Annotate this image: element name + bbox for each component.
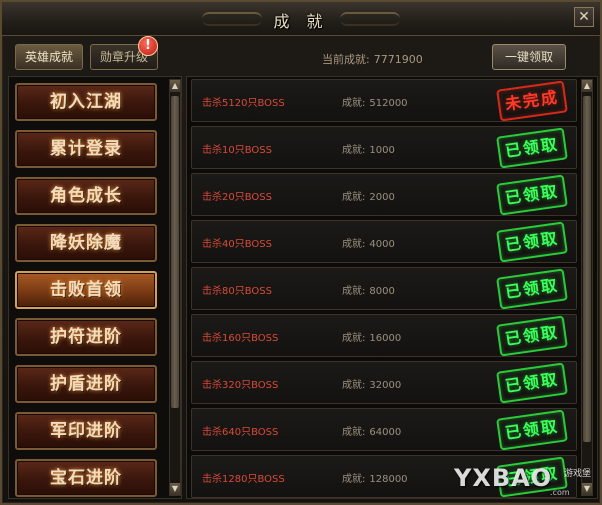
category-button[interactable]: 军印进阶 <box>15 412 157 450</box>
category-button[interactable]: 宝石进阶 <box>15 459 157 497</box>
task-score-value: 8000 <box>369 286 395 297</box>
task-score: 成就: 8000 <box>342 282 395 297</box>
claimed-stamp: 已领取 <box>496 362 568 404</box>
window-title: 成 就 <box>273 12 329 31</box>
task-name: 击杀640只BOSS <box>202 427 279 438</box>
task-name: 击杀160只BOSS <box>202 333 279 344</box>
watermark-sub: 游戏堡 <box>564 469 592 479</box>
task-score-value: 4000 <box>369 239 395 250</box>
task-row: 击杀10只BOSS 成就: 1000 已领取 <box>191 126 577 169</box>
category-button[interactable]: 护符进阶 <box>15 318 157 356</box>
category-scroll-thumb[interactable] <box>171 96 179 408</box>
tab-hero-achievement[interactable]: 英雄成就 <box>15 44 83 70</box>
category-button[interactable]: 累计登录 <box>15 130 157 168</box>
task-row: 击杀640只BOSS 成就: 64000 已领取 <box>191 408 577 451</box>
notification-badge: ! <box>138 36 158 56</box>
task-score: 成就: 1000 <box>342 141 395 156</box>
task-scroll-thumb[interactable] <box>583 96 591 442</box>
task-row: 击杀80只BOSS 成就: 8000 已领取 <box>191 267 577 310</box>
task-row: 击杀5120只BOSS 成就: 512000 未完成 <box>191 79 577 122</box>
task-score-label: 成就: <box>342 380 366 391</box>
title-bar: 成 就 ✕ <box>2 2 600 36</box>
claimed-stamp: 已领取 <box>496 221 568 263</box>
task-score-value: 32000 <box>369 380 402 391</box>
category-button[interactable]: 初入江湖 <box>15 83 157 121</box>
task-score-value: 16000 <box>369 333 402 344</box>
scroll-up-icon[interactable]: ▲ <box>582 80 592 92</box>
task-name: 击杀20只BOSS <box>202 192 272 203</box>
achievement-window: 成 就 ✕ 英雄成就 勋章升级 ! 当前成就: 7771900 一键领取 初入江湖… <box>0 0 602 505</box>
watermark-logo: YXBAO <box>454 464 553 492</box>
close-button[interactable]: ✕ <box>574 7 594 27</box>
task-score-label: 成就: <box>342 239 366 250</box>
claimed-stamp: 已领取 <box>496 127 568 169</box>
task-name: 击杀1280只BOSS <box>202 474 285 485</box>
current-achievement-label: 当前成就: <box>322 53 370 66</box>
task-score-label: 成就: <box>342 474 366 485</box>
task-score-value: 2000 <box>369 192 395 203</box>
task-score-value: 128000 <box>369 474 408 485</box>
task-score: 成就: 4000 <box>342 235 395 250</box>
task-score-label: 成就: <box>342 98 366 109</box>
task-row: 击杀320只BOSS 成就: 32000 已领取 <box>191 361 577 404</box>
task-score: 成就: 16000 <box>342 329 401 344</box>
scroll-up-icon[interactable]: ▲ <box>170 80 180 92</box>
watermark-url: .com <box>550 488 570 497</box>
task-name: 击杀40只BOSS <box>202 239 272 250</box>
task-score: 成就: 128000 <box>342 470 408 485</box>
category-button[interactable]: 角色成长 <box>15 177 157 215</box>
incomplete-stamp: 未完成 <box>496 80 568 122</box>
task-list: 击杀5120只BOSS 成就: 512000 未完成 击杀10只BOSS 成就: 1000 已… <box>186 76 598 499</box>
task-score-label: 成就: <box>342 192 366 203</box>
claimed-stamp: 已领取 <box>496 268 568 310</box>
task-score: 成就: 2000 <box>342 188 395 203</box>
category-button[interactable]: 击败首领 <box>15 271 157 309</box>
task-score: 成就: 64000 <box>342 423 401 438</box>
task-name: 击杀320只BOSS <box>202 380 279 391</box>
task-name: 击杀10只BOSS <box>202 145 272 156</box>
task-scrollbar[interactable]: ▲ ▼ <box>581 79 593 496</box>
claimed-stamp: 已领取 <box>496 409 568 451</box>
task-score-label: 成就: <box>342 333 366 344</box>
category-button[interactable]: 护盾进阶 <box>15 365 157 403</box>
task-row: 击杀20只BOSS 成就: 2000 已领取 <box>191 173 577 216</box>
task-name: 击杀80只BOSS <box>202 286 272 297</box>
current-achievement-value: 7771900 <box>373 53 423 66</box>
current-achievement: 当前成就: 7771900 <box>322 51 423 67</box>
task-name: 击杀5120只BOSS <box>202 98 285 109</box>
task-score-label: 成就: <box>342 427 366 438</box>
scroll-down-icon[interactable]: ▼ <box>582 483 592 495</box>
scroll-down-icon[interactable]: ▼ <box>170 483 180 495</box>
task-score-value: 64000 <box>369 427 402 438</box>
task-score: 成就: 512000 <box>342 94 408 109</box>
task-score: 成就: 32000 <box>342 376 401 391</box>
claimed-stamp: 已领取 <box>496 315 568 357</box>
category-scrollbar[interactable]: ▲ ▼ <box>169 79 181 496</box>
category-button[interactable]: 降妖除魔 <box>15 224 157 262</box>
task-score-label: 成就: <box>342 145 366 156</box>
task-score-value: 1000 <box>369 145 395 156</box>
task-score-label: 成就: <box>342 286 366 297</box>
task-row: 击杀160只BOSS 成就: 16000 已领取 <box>191 314 577 357</box>
claim-all-button[interactable]: 一键领取 <box>492 44 566 70</box>
task-row: 击杀40只BOSS 成就: 4000 已领取 <box>191 220 577 263</box>
category-list: 初入江湖累计登录角色成长降妖除魔击败首领护符进阶护盾进阶军印进阶宝石进阶 ▲ ▼ <box>8 76 182 499</box>
task-score-value: 512000 <box>369 98 408 109</box>
claimed-stamp: 已领取 <box>496 174 568 216</box>
